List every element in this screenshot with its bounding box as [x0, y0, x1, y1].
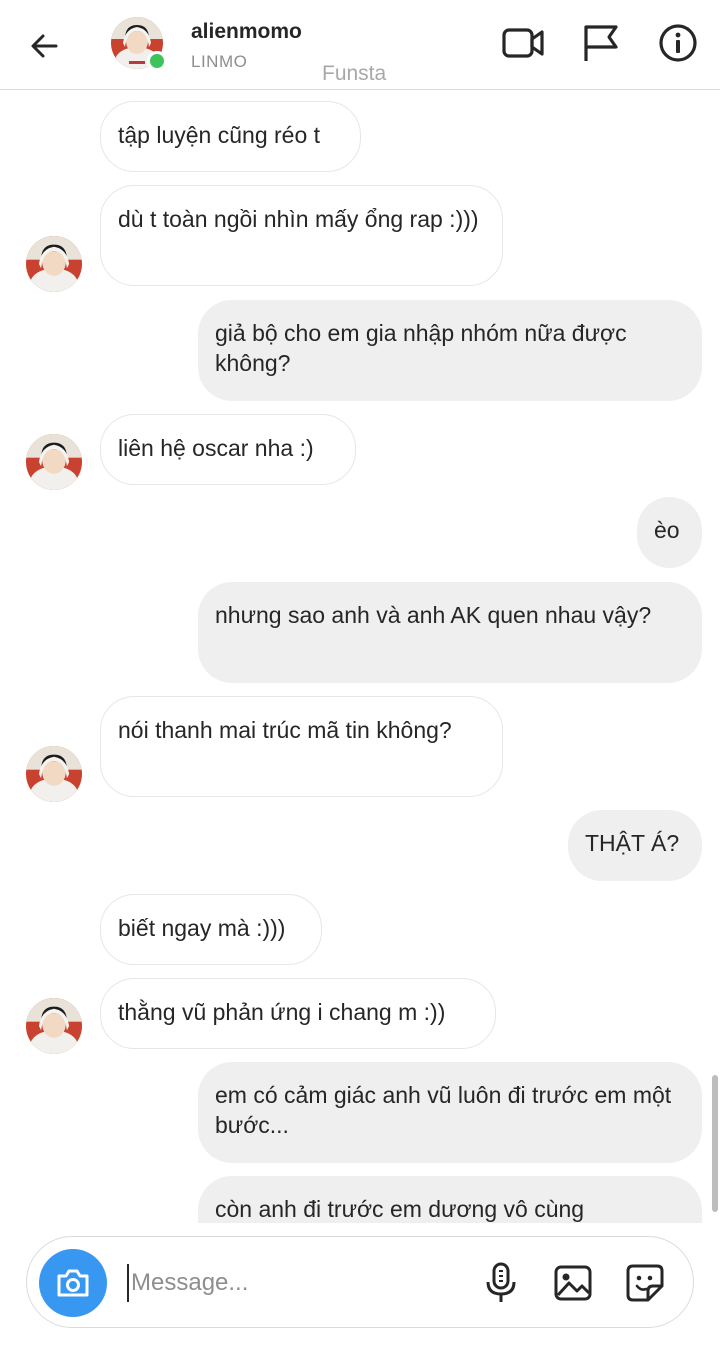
message-text: thằng vũ phản ứng i chang m :))	[118, 999, 446, 1025]
message-text: biết ngay mà :)))	[118, 915, 286, 941]
message-sent[interactable]: còn anh đi trước em dương vô cùng	[198, 1176, 702, 1223]
message-sent[interactable]: nhưng sao anh và anh AK quen nhau vậy?	[198, 582, 702, 683]
voice-message-button[interactable]	[479, 1261, 523, 1305]
avatar	[26, 998, 82, 1054]
contact-display-name: LINMO	[191, 52, 248, 71]
image-icon	[554, 1265, 592, 1301]
avatar	[26, 236, 82, 292]
message-received[interactable]: biết ngay mà :)))	[100, 894, 322, 965]
online-status-dot	[147, 51, 167, 71]
camera-button[interactable]	[39, 1249, 107, 1317]
sender-avatar[interactable]	[26, 746, 82, 802]
message-received[interactable]: dù t toàn ngồi nhìn mấy ổng rap :)))	[100, 185, 503, 286]
message-text: tập luyện cũng réo t	[118, 122, 321, 148]
message-received[interactable]: liên hệ oscar nha :)	[100, 414, 356, 485]
message-input[interactable]	[127, 1264, 457, 1302]
gallery-button[interactable]	[551, 1261, 595, 1305]
overlay-watermark-text: Funsta	[322, 62, 387, 85]
video-call-icon	[502, 28, 544, 58]
message-text: èo	[654, 517, 680, 543]
avatar	[26, 434, 82, 490]
back-button[interactable]	[24, 26, 64, 66]
sticker-icon	[626, 1264, 664, 1302]
report-button[interactable]	[577, 20, 623, 66]
message-sent[interactable]: èo	[637, 497, 702, 568]
conversation-info-button[interactable]	[655, 20, 701, 66]
video-call-button[interactable]	[500, 20, 546, 66]
message-sent[interactable]: THẬT Á?	[568, 810, 702, 881]
message-received[interactable]: tập luyện cũng réo t	[100, 101, 361, 172]
message-text: còn anh đi trước em dương vô cùng	[215, 1196, 585, 1222]
message-sent[interactable]: giả bộ cho em gia nhập nhóm nữa được khô…	[198, 300, 702, 401]
message-sent[interactable]: em có cảm giác anh vũ luôn đi trước em m…	[198, 1062, 702, 1163]
message-received[interactable]: nói thanh mai trúc mã tin không?	[100, 696, 503, 797]
sticker-button[interactable]	[623, 1261, 667, 1305]
message-thread[interactable]: tập luyện cũng réo t dù t toàn ngồi nhìn…	[0, 90, 720, 1223]
chat-header: alienmomo LINMO Funsta	[0, 0, 720, 90]
avatar	[26, 746, 82, 802]
message-composer	[26, 1236, 694, 1328]
contact-avatar[interactable]	[111, 17, 167, 71]
message-text: liên hệ oscar nha :)	[118, 435, 314, 461]
message-text: THẬT Á?	[585, 830, 680, 856]
camera-icon	[57, 1269, 89, 1297]
microphone-icon	[486, 1262, 516, 1302]
contact-username[interactable]: alienmomo	[191, 20, 302, 44]
sender-avatar[interactable]	[26, 998, 82, 1054]
back-arrow-icon	[31, 34, 58, 58]
message-received[interactable]: thằng vũ phản ứng i chang m :))	[100, 978, 496, 1049]
sender-avatar[interactable]	[26, 434, 82, 490]
message-text: nói thanh mai trúc mã tin không?	[118, 717, 452, 743]
message-text: giả bộ cho em gia nhập nhóm nữa được khô…	[215, 320, 627, 376]
flag-icon	[584, 25, 618, 61]
info-icon	[659, 24, 697, 62]
message-text: nhưng sao anh và anh AK quen nhau vậy?	[215, 602, 652, 628]
message-text: dù t toàn ngồi nhìn mấy ổng rap :)))	[118, 206, 479, 232]
sender-avatar[interactable]	[26, 236, 82, 292]
message-text: em có cảm giác anh vũ luôn đi trước em m…	[215, 1082, 672, 1138]
thread-scrollbar[interactable]	[712, 1075, 718, 1212]
